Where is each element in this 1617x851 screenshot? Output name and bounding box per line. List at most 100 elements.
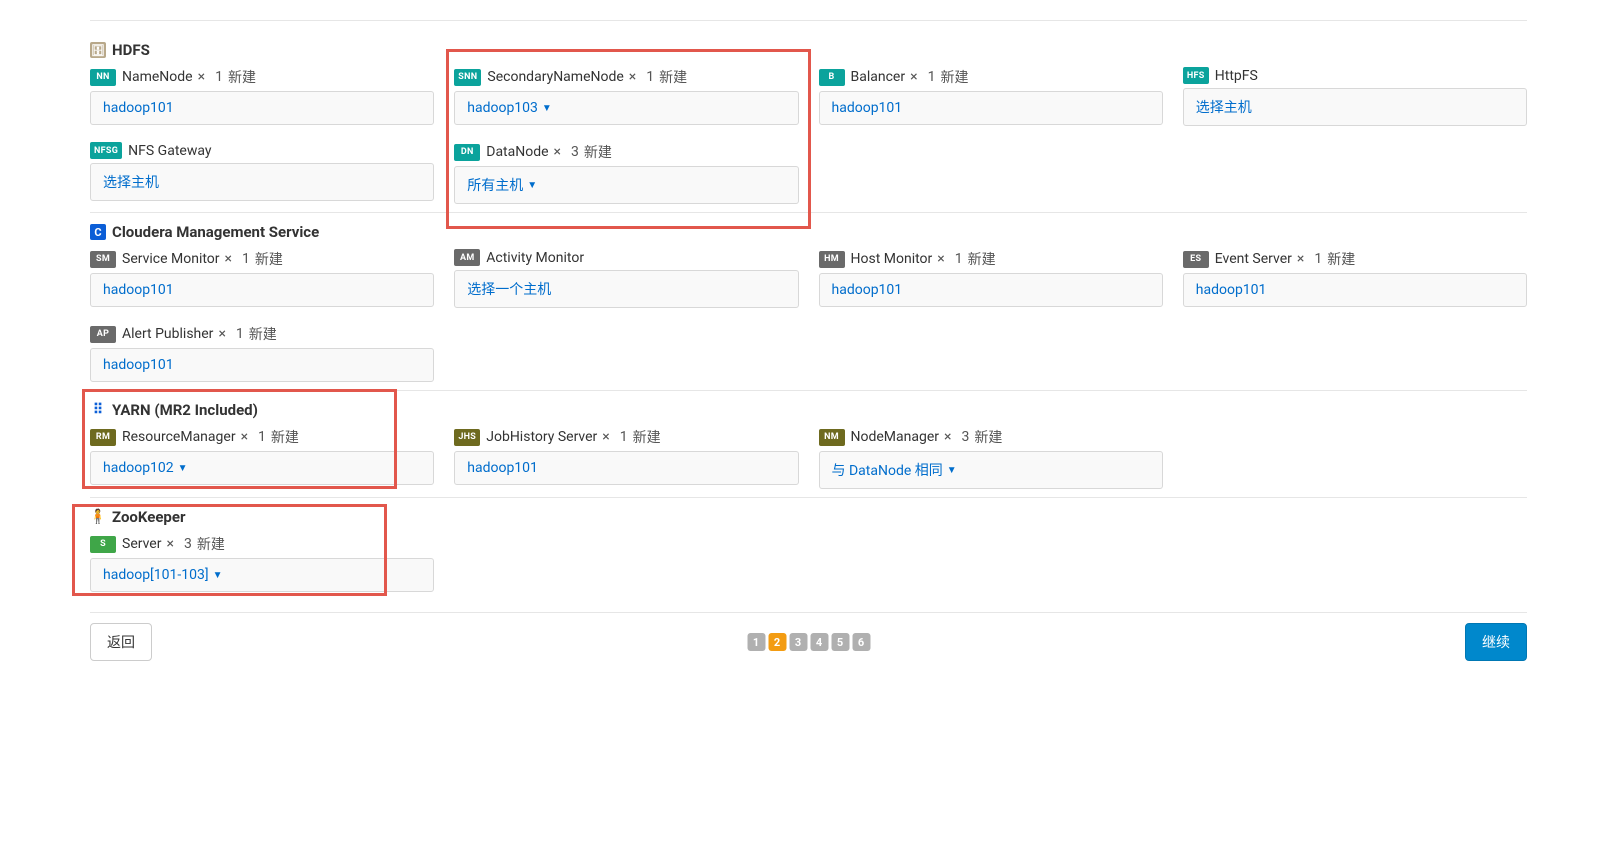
host-value: hadoop101 — [103, 100, 174, 116]
section-yarn: ⠿ YARN (MR2 Included) RM ResourceManager… — [90, 390, 1527, 489]
role-sm: SM Service Monitor × 1 新建 hadoop101 — [90, 249, 434, 308]
host-value: hadoop101 — [103, 282, 174, 298]
role-count: 3 — [962, 429, 970, 445]
role-name: ResourceManager — [122, 429, 236, 445]
badge-b: B — [819, 69, 845, 86]
role-hm: HM Host Monitor × 1 新建 hadoop101 — [819, 249, 1163, 308]
badge-ap: AP — [90, 326, 116, 343]
footer: 返回 1 2 3 4 5 6 继续 — [90, 612, 1527, 661]
role-suffix: 新建 — [197, 534, 225, 554]
caret-down-icon: ▼ — [527, 180, 537, 191]
section-title: ZooKeeper — [112, 508, 185, 526]
times-symbol: × — [602, 429, 609, 445]
times-symbol: × — [198, 69, 205, 85]
host-select-snn[interactable]: hadoop103 ▼ — [454, 91, 798, 125]
role-nfsgw: NFSG NFS Gateway 选择主机 — [90, 142, 434, 204]
badge-hm: HM — [819, 251, 845, 268]
page-6[interactable]: 6 — [852, 633, 870, 651]
role-namenode: NN NameNode × 1 新建 hadoop101 — [90, 67, 434, 126]
host-select-ap[interactable]: hadoop101 — [90, 348, 434, 382]
role-count: 1 — [236, 326, 244, 342]
host-select-namenode[interactable]: hadoop101 — [90, 91, 434, 125]
back-button[interactable]: 返回 — [90, 623, 152, 661]
caret-down-icon: ▼ — [178, 463, 188, 474]
host-select-zk[interactable]: hadoop[101-103] ▼ — [90, 558, 434, 592]
times-symbol: × — [910, 69, 917, 85]
role-count: 1 — [242, 251, 250, 267]
host-value: hadoop103 — [467, 100, 538, 116]
role-suffix: 新建 — [940, 67, 968, 87]
badge-es: ES — [1183, 251, 1209, 268]
role-nm: NM NodeManager × 3 新建 与 DataNode 相同 ▼ — [819, 427, 1163, 489]
host-select-jhs[interactable]: hadoop101 — [454, 451, 798, 485]
host-select-es[interactable]: hadoop101 — [1183, 273, 1527, 307]
role-name: Event Server — [1215, 251, 1292, 267]
host-select-httpfs[interactable]: 选择主机 — [1183, 88, 1527, 126]
role-rm: RM ResourceManager × 1 新建 hadoop102 ▼ — [90, 427, 434, 489]
pager: 1 2 3 4 5 6 — [747, 633, 870, 651]
badge-jhs: JHS — [454, 429, 480, 446]
page-2[interactable]: 2 — [768, 633, 786, 651]
badge-s: S — [90, 536, 116, 553]
times-symbol: × — [241, 429, 248, 445]
times-symbol: × — [218, 326, 225, 342]
role-name: Server — [122, 536, 161, 552]
host-select-sm[interactable]: hadoop101 — [90, 273, 434, 307]
role-snn: SNN SecondaryNameNode × 1 新建 hadoop103 ▼ — [454, 67, 798, 126]
role-name: NameNode — [122, 69, 193, 85]
page-4[interactable]: 4 — [810, 633, 828, 651]
cloudera-icon: C — [90, 224, 106, 240]
role-suffix: 新建 — [659, 67, 687, 87]
times-symbol: × — [1297, 251, 1304, 267]
role-suffix: 新建 — [1327, 249, 1355, 269]
host-select-datanode[interactable]: 所有主机 ▼ — [454, 166, 798, 204]
section-title: HDFS — [112, 41, 150, 59]
times-symbol: × — [554, 144, 561, 160]
badge-rm: RM — [90, 429, 116, 446]
host-select-am[interactable]: 选择一个主机 — [454, 270, 798, 308]
role-count: 1 — [258, 429, 266, 445]
role-name: Service Monitor — [122, 251, 220, 267]
badge-dn: DN — [454, 144, 480, 161]
times-symbol: × — [166, 536, 173, 552]
hdfs-icon: 🗄 — [90, 42, 106, 58]
host-select-nfsgw[interactable]: 选择主机 — [90, 163, 434, 201]
role-am: AM Activity Monitor 选择一个主机 — [454, 249, 798, 308]
role-balancer: B Balancer × 1 新建 hadoop101 — [819, 67, 1163, 126]
host-select-hm[interactable]: hadoop101 — [819, 273, 1163, 307]
role-suffix: 新建 — [249, 324, 277, 344]
role-zk-server: S Server × 3 新建 hadoop[101-103] ▼ — [90, 534, 434, 592]
role-count: 1 — [215, 69, 223, 85]
badge-nfsg: NFSG — [90, 142, 122, 159]
host-value: 与 DataNode 相同 — [832, 460, 943, 480]
page-3[interactable]: 3 — [789, 633, 807, 651]
role-jhs: JHS JobHistory Server × 1 新建 hadoop101 — [454, 427, 798, 489]
role-count: 1 — [955, 251, 963, 267]
host-value: 选择主机 — [103, 172, 159, 192]
caret-down-icon: ▼ — [947, 465, 957, 476]
role-name: Balancer — [851, 69, 906, 85]
role-ap: AP Alert Publisher × 1 新建 hadoop101 — [90, 324, 434, 382]
zookeeper-icon: 🧍 — [90, 509, 106, 525]
role-name: Activity Monitor — [486, 250, 584, 266]
host-value: 选择一个主机 — [467, 279, 551, 299]
badge-nn: NN — [90, 69, 116, 86]
role-suffix: 新建 — [228, 67, 256, 87]
host-select-balancer[interactable]: hadoop101 — [819, 91, 1163, 125]
page-5[interactable]: 5 — [831, 633, 849, 651]
badge-am: AM — [454, 249, 480, 266]
page-1[interactable]: 1 — [747, 633, 765, 651]
continue-button[interactable]: 继续 — [1465, 623, 1527, 661]
host-value: hadoop101 — [467, 460, 538, 476]
role-suffix: 新建 — [968, 249, 996, 269]
role-name: NFS Gateway — [128, 143, 211, 159]
role-name: Alert Publisher — [122, 326, 213, 342]
section-title: YARN (MR2 Included) — [112, 401, 258, 419]
role-name: DataNode — [486, 144, 548, 160]
section-title: Cloudera Management Service — [112, 223, 319, 241]
host-value: 选择主机 — [1196, 97, 1252, 117]
host-select-rm[interactable]: hadoop102 ▼ — [90, 451, 434, 485]
role-count: 1 — [620, 429, 628, 445]
host-value: hadoop101 — [103, 357, 174, 373]
host-select-nm[interactable]: 与 DataNode 相同 ▼ — [819, 451, 1163, 489]
